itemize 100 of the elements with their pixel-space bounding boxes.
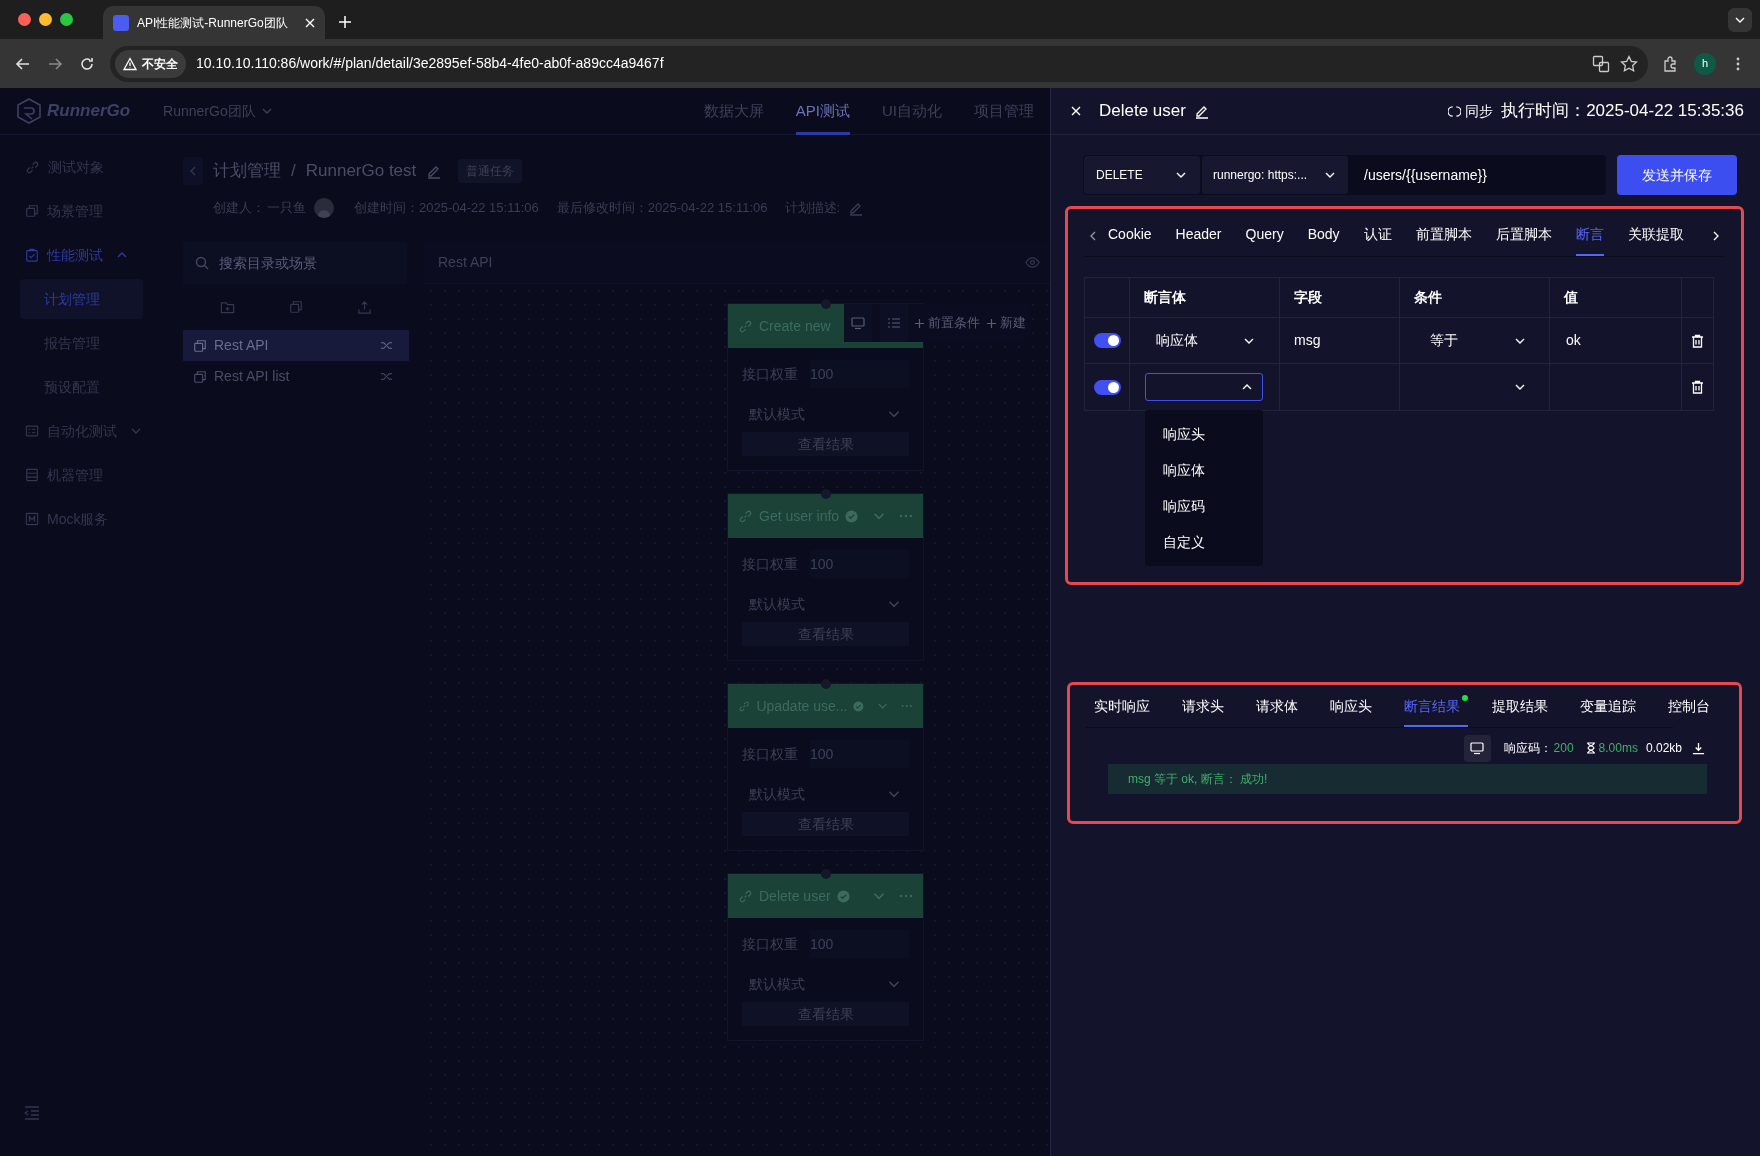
translate-icon[interactable] (1592, 54, 1610, 73)
tab-list-button[interactable] (1728, 8, 1752, 32)
sync-icon (1448, 104, 1462, 118)
letter-m-square-icon (25, 512, 39, 526)
environment-select[interactable]: runnergo: https:... (1202, 156, 1348, 194)
link-icon (738, 888, 753, 904)
hourglass-icon (1585, 742, 1596, 754)
response-tab[interactable]: 提取结果 (1492, 688, 1556, 727)
sidebar-item[interactable]: 性能测试 (0, 233, 163, 277)
trash-icon[interactable] (1691, 380, 1704, 394)
request-tab[interactable]: Body (1307, 215, 1340, 256)
response-code: 200 (1553, 740, 1574, 757)
response-tab[interactable]: 断言结果 (1404, 688, 1468, 727)
tab-title: API性能测试-RunnerGo团队 (137, 14, 289, 32)
trash-icon[interactable] (1691, 333, 1704, 348)
plus-icon (986, 317, 997, 329)
response-tab[interactable]: 实时响应 (1094, 688, 1158, 727)
scroll-right-icon[interactable] (1711, 230, 1721, 241)
add-action-button[interactable]: 新建 (986, 313, 1026, 333)
execution-time: 执行时间：2025-04-22 15:35:36 (1501, 100, 1744, 123)
assertion-message: msg 等于 ok, 断言： 成功! (1128, 771, 1268, 788)
request-tab[interactable]: 断言 (1575, 215, 1604, 256)
response-tab[interactable]: 请求体 (1256, 688, 1306, 727)
request-tab[interactable]: 认证 (1363, 215, 1392, 256)
server-icon (25, 468, 39, 482)
avatar (314, 198, 334, 218)
toggle-switch[interactable] (1093, 379, 1121, 395)
request-tab[interactable]: 前置脚本 (1415, 215, 1472, 256)
response-code-label: 响应码： (1503, 740, 1552, 757)
response-time: 8.00ms (1598, 740, 1638, 757)
canvas-title: Rest API (438, 253, 494, 272)
shuffle-icon[interactable] (380, 339, 393, 352)
search-icon (195, 256, 209, 270)
column-header: 条件 (1400, 278, 1550, 317)
security-badge[interactable]: 不安全 (115, 49, 186, 78)
breadcrumb-separator: / (291, 160, 296, 183)
dropdown-option[interactable]: 响应码 (1145, 488, 1263, 524)
profile-avatar[interactable]: h (1694, 52, 1716, 75)
url-text: 10.10.10.110:86/work/#/plan/detail/3e2895ef-58b4-4fe0-ab0f-a89cc4a9467f (196, 54, 664, 73)
preview-button[interactable] (1463, 734, 1491, 762)
creator-label: 创建人： (213, 199, 265, 218)
response-tab[interactable]: 变量追踪 (1580, 688, 1644, 727)
breadcrumb-parent[interactable]: 计划管理 (213, 158, 281, 184)
toggle-switch[interactable] (1093, 333, 1121, 348)
column-header: 断言体 (1130, 278, 1280, 317)
sync-button[interactable]: 同步 (1448, 100, 1494, 122)
site-favicon (113, 14, 129, 31)
close-window-icon[interactable] (18, 13, 31, 26)
browser-tab[interactable]: API性能测试-RunnerGo团队 (103, 6, 325, 39)
warning-icon (123, 56, 137, 71)
request-tab[interactable]: Cookie (1108, 215, 1152, 256)
clipboard-check-icon (25, 248, 39, 262)
nav-tab[interactable]: API测试 (795, 87, 850, 135)
response-tab[interactable]: 响应头 (1330, 688, 1380, 727)
breadcrumb-current: RunnerGo test (305, 160, 417, 183)
address-bar[interactable]: 不安全 10.10.10.110:86/work/#/plan/detail/3e2895ef-58b4-4fe0-ab0f-a89cc4a9467f (110, 45, 1648, 82)
drawer-title: Delete user (1099, 100, 1186, 123)
link-icon (738, 318, 753, 334)
dropdown-option[interactable]: 自定义 (1145, 524, 1263, 560)
new-tab-icon[interactable] (338, 15, 352, 29)
minimize-window-icon[interactable] (39, 13, 52, 26)
scroll-left-icon[interactable] (1088, 230, 1098, 241)
tree-item[interactable]: Rest API list (183, 361, 409, 392)
source-select[interactable] (1145, 373, 1263, 401)
list-window-icon (25, 424, 39, 438)
bookmark-star-icon[interactable] (1620, 54, 1638, 73)
response-size: 0.02kb (1645, 740, 1682, 757)
copy-icon (193, 369, 207, 384)
request-tab[interactable]: 后置脚本 (1495, 215, 1552, 256)
source-select[interactable]: 响应体 (1146, 326, 1264, 355)
copy-icon (193, 338, 207, 353)
search-field[interactable]: 搜索目录或场景 (183, 242, 407, 284)
tree-item[interactable]: Rest API (183, 330, 409, 361)
response-tab[interactable]: 控制台 (1668, 688, 1718, 727)
value-input[interactable]: ok (1566, 330, 1581, 351)
list-icon (887, 316, 901, 330)
condition-select[interactable]: 等于 (1400, 318, 1550, 363)
dropdown-option[interactable]: 响应头 (1145, 416, 1263, 452)
request-tab[interactable]: 关联提取 (1627, 215, 1684, 256)
monitor-icon (1470, 741, 1485, 755)
copy-icon (25, 204, 39, 218)
link-icon (738, 508, 753, 524)
close-icon[interactable] (305, 17, 315, 28)
logo-icon (17, 98, 41, 124)
method-select[interactable]: DELETE (1084, 156, 1200, 194)
request-tab[interactable]: Header (1175, 215, 1222, 256)
plus-icon (914, 317, 925, 329)
request-tab[interactable]: Query (1245, 215, 1284, 256)
maximize-window-icon[interactable] (60, 13, 73, 26)
download-icon[interactable] (1692, 741, 1705, 755)
monitor-icon (851, 316, 865, 330)
field-input[interactable]: msg (1294, 330, 1321, 351)
column-header: 值 (1550, 278, 1682, 317)
close-icon[interactable] (1071, 106, 1081, 116)
dropdown-option[interactable]: 响应体 (1145, 452, 1263, 488)
link-icon (25, 159, 40, 175)
send-and-save-button[interactable]: 发送并保存 (1617, 155, 1737, 195)
response-tab[interactable]: 请求头 (1182, 688, 1232, 727)
url-path-field[interactable]: /users/{{username}} (1350, 156, 1605, 194)
logo-text: RunnerGo (47, 100, 131, 123)
